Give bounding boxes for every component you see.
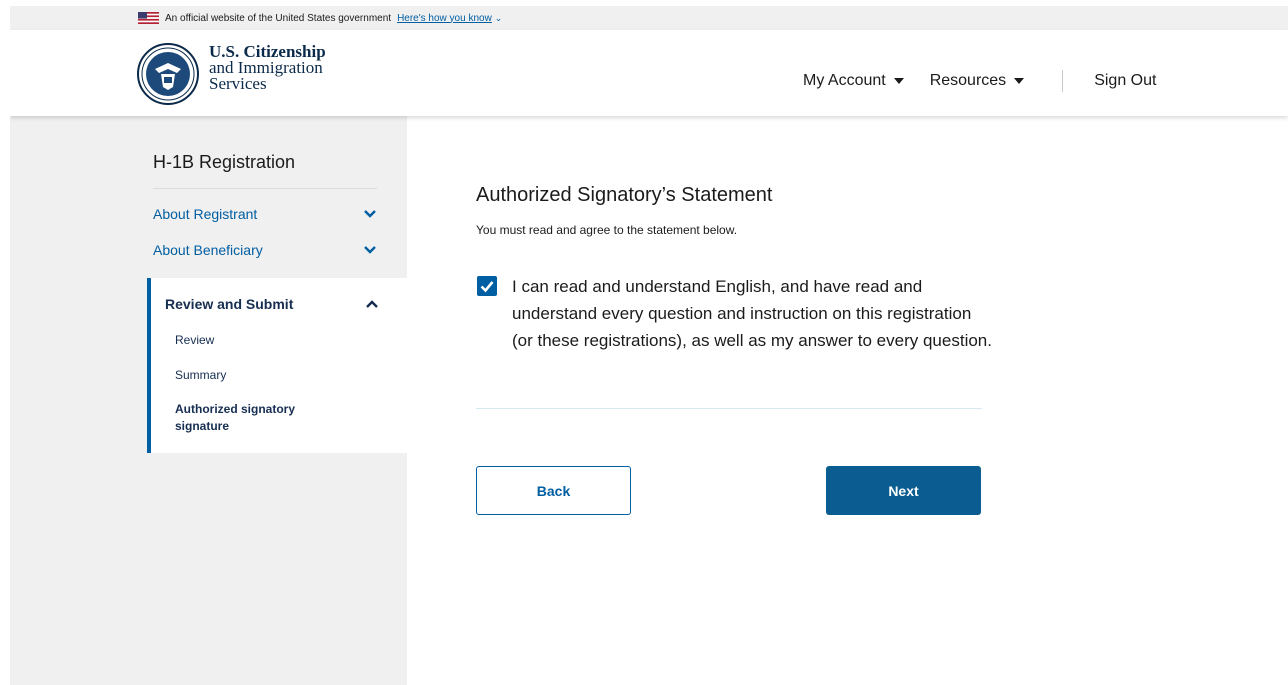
resources-menu[interactable]: Resources xyxy=(929,72,1025,90)
caret-down-icon xyxy=(893,78,904,84)
chevron-down-icon xyxy=(364,246,376,254)
sign-out-link[interactable]: Sign Out xyxy=(1094,72,1156,90)
gov-banner-text: An official website of the United States… xyxy=(165,12,392,24)
page-instruction: You must read and agree to the statement… xyxy=(476,223,738,237)
next-button[interactable]: Next xyxy=(826,466,981,515)
sidebar-item-about-registrant[interactable]: About Registrant xyxy=(153,206,377,222)
my-account-menu[interactable]: My Account xyxy=(803,72,904,90)
site-header: U.S. Citizenship and Immigration Service… xyxy=(10,30,1288,116)
content-divider xyxy=(476,408,982,409)
gov-banner: An official website of the United States… xyxy=(10,6,1288,30)
sidebar-subitem-summary[interactable]: Summary xyxy=(175,367,226,384)
logo-line-3: Services xyxy=(209,74,267,93)
us-flag-icon xyxy=(138,12,159,24)
chevron-up-icon xyxy=(366,300,378,308)
chevron-down-icon[interactable]: ⌄ xyxy=(495,13,503,24)
sidebar-item-about-beneficiary[interactable]: About Beneficiary xyxy=(153,242,377,258)
how-you-know-link[interactable]: Here's how you know xyxy=(397,13,492,24)
sidebar-active-section: Review and Submit Review Summary Authori… xyxy=(147,278,407,453)
nav-divider xyxy=(1062,70,1064,92)
sidebar-item-label: Review and Submit xyxy=(165,296,294,312)
chevron-down-icon xyxy=(364,210,376,218)
sidebar-divider xyxy=(153,188,377,189)
app-frame: An official website of the United States… xyxy=(10,6,1288,685)
my-account-label: My Account xyxy=(803,72,886,89)
sidebar-subitem-review[interactable]: Review xyxy=(175,332,214,349)
sidebar-title: H-1B Registration xyxy=(153,152,296,172)
sidebar-item-review-and-submit[interactable]: Review and Submit xyxy=(165,296,379,312)
sidebar-item-label: About Beneficiary xyxy=(153,242,263,258)
sidebar-subitem-authorized-signatory-signature[interactable]: Authorized signatory signature xyxy=(175,401,325,435)
dhs-seal-icon[interactable] xyxy=(137,43,199,105)
agreement-checkbox[interactable] xyxy=(477,276,497,296)
top-nav: My Account Resources Sign Out xyxy=(803,70,1156,92)
sidebar: H-1B Registration About Registrant About… xyxy=(10,116,407,685)
agency-logo-text[interactable]: U.S. Citizenship and Immigration Service… xyxy=(209,43,326,93)
page-title: Authorized Signatory’s Statement xyxy=(476,184,773,206)
caret-down-icon xyxy=(1014,78,1025,84)
back-button[interactable]: Back xyxy=(476,466,631,515)
resources-label: Resources xyxy=(929,72,1007,89)
agreement-statement[interactable]: I can read and understand English, and h… xyxy=(512,273,992,354)
sidebar-item-label: About Registrant xyxy=(153,206,258,222)
checkmark-icon xyxy=(480,281,494,293)
